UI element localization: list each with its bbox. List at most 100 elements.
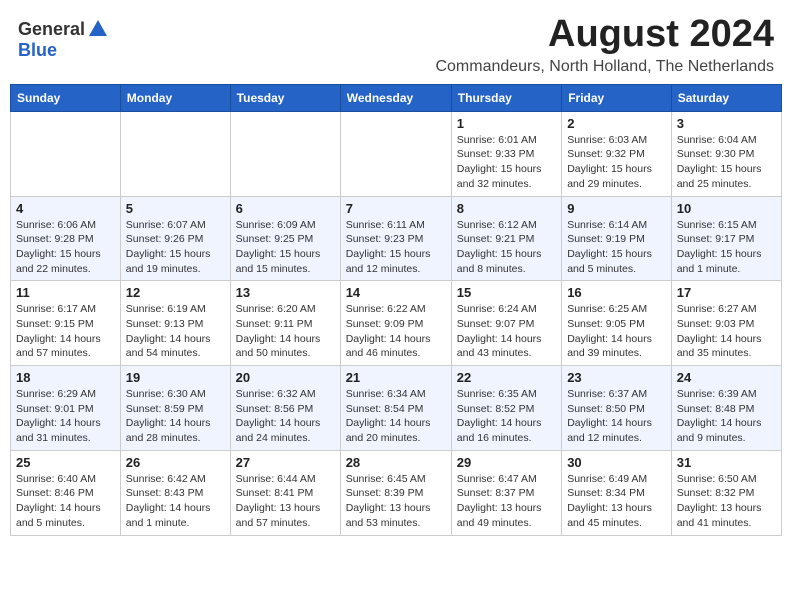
table-row: 16Sunrise: 6:25 AMSunset: 9:05 PMDayligh…: [562, 281, 672, 366]
header-thursday: Thursday: [451, 84, 561, 111]
cell-info: Sunrise: 6:17 AMSunset: 9:15 PMDaylight:…: [16, 302, 115, 361]
cell-day-number: 5: [126, 201, 225, 216]
table-row: 10 Sunrise: 6:15 AMSunset: 9:17 PMDayligh…: [671, 196, 781, 281]
cell-info: Sunrise: 6:42 AMSunset: 8:43 PMDaylight:…: [126, 472, 225, 531]
calendar-week-row: 1 Sunrise: 6:01 AMSunset: 9:33 PMDaylight…: [11, 111, 782, 196]
table-row: 17 Sunrise: 6:27 AMSunset: 9:03 PMDayligh…: [671, 281, 781, 366]
header-friday: Friday: [562, 84, 672, 111]
cell-info: Sunrise: 6:01 AMSunset: 9:33 PMDaylight:…: [457, 133, 556, 192]
cell-day-number: 6: [236, 201, 335, 216]
cell-day-number: 12: [126, 285, 225, 300]
cell-day-number: 17: [677, 285, 776, 300]
cell-day-number: 20: [236, 370, 335, 385]
header-saturday: Saturday: [671, 84, 781, 111]
cell-info: Sunrise: 6:04 AMSunset: 9:30 PMDaylight:…: [677, 133, 776, 192]
cell-info: Sunrise: 6:15 AMSunset: 9:17 PMDaylight:…: [677, 218, 776, 277]
cell-day-number: 18: [16, 370, 115, 385]
title-block: August 2024 Commandeurs, North Holland, …: [435, 14, 774, 76]
table-row: 28 Sunrise: 6:45 AMSunset: 8:39 PMDayligh…: [340, 450, 451, 535]
cell-day-number: 29: [457, 455, 556, 470]
cell-info: Sunrise: 6:45 AMSunset: 8:39 PMDaylight:…: [346, 472, 446, 531]
table-row: 14Sunrise: 6:22 AMSunset: 9:09 PMDayligh…: [340, 281, 451, 366]
cell-day-number: 10: [677, 201, 776, 216]
cell-info: Sunrise: 6:09 AMSunset: 9:25 PMDaylight:…: [236, 218, 335, 277]
header-sunday: Sunday: [11, 84, 121, 111]
logo-blue-text: Blue: [18, 40, 57, 61]
cell-day-number: 28: [346, 455, 446, 470]
cell-day-number: 26: [126, 455, 225, 470]
table-row: 2 Sunrise: 6:03 AMSunset: 9:32 PMDaylight…: [562, 111, 672, 196]
table-row: 12 Sunrise: 6:19 AMSunset: 9:13 PMDayligh…: [120, 281, 230, 366]
cell-day-number: 27: [236, 455, 335, 470]
cell-info: Sunrise: 6:22 AMSunset: 9:09 PMDaylight:…: [346, 302, 446, 361]
table-row: 8Sunrise: 6:12 AMSunset: 9:21 PMDaylight…: [451, 196, 561, 281]
cell-info: Sunrise: 6:40 AMSunset: 8:46 PMDaylight:…: [16, 472, 115, 531]
cell-day-number: 1: [457, 116, 556, 131]
table-row: 13Sunrise: 6:20 AMSunset: 9:11 PMDayligh…: [230, 281, 340, 366]
cell-info: Sunrise: 6:44 AMSunset: 8:41 PMDaylight:…: [236, 472, 335, 531]
cell-info: Sunrise: 6:35 AMSunset: 8:52 PMDaylight:…: [457, 387, 556, 446]
cell-day-number: 22: [457, 370, 556, 385]
cell-info: Sunrise: 6:37 AMSunset: 8:50 PMDaylight:…: [567, 387, 666, 446]
table-row: 3 Sunrise: 6:04 AMSunset: 9:30 PMDaylight…: [671, 111, 781, 196]
cell-info: Sunrise: 6:47 AMSunset: 8:37 PMDaylight:…: [457, 472, 556, 531]
table-row: 18 Sunrise: 6:29 AMSunset: 9:01 PMDayligh…: [11, 366, 121, 451]
cell-day-number: 2: [567, 116, 666, 131]
header-wednesday: Wednesday: [340, 84, 451, 111]
table-row: 1 Sunrise: 6:01 AMSunset: 9:33 PMDaylight…: [451, 111, 561, 196]
cell-info: Sunrise: 6:39 AMSunset: 8:48 PMDaylight:…: [677, 387, 776, 446]
cell-info: Sunrise: 6:27 AMSunset: 9:03 PMDaylight:…: [677, 302, 776, 361]
cell-info: Sunrise: 6:32 AMSunset: 8:56 PMDaylight:…: [236, 387, 335, 446]
table-row: 22 Sunrise: 6:35 AMSunset: 8:52 PMDayligh…: [451, 366, 561, 451]
cell-info: Sunrise: 6:25 AMSunset: 9:05 PMDaylight:…: [567, 302, 666, 361]
cell-day-number: 25: [16, 455, 115, 470]
table-row: 29 Sunrise: 6:47 AMSunset: 8:37 PMDayligh…: [451, 450, 561, 535]
table-row: 19Sunrise: 6:30 AMSunset: 8:59 PMDayligh…: [120, 366, 230, 451]
table-row: 31 Sunrise: 6:50 AMSunset: 8:32 PMDayligh…: [671, 450, 781, 535]
location-title: Commandeurs, North Holland, The Netherla…: [435, 58, 774, 76]
cell-day-number: 31: [677, 455, 776, 470]
cell-day-number: 21: [346, 370, 446, 385]
cell-info: Sunrise: 6:11 AMSunset: 9:23 PMDaylight:…: [346, 218, 446, 277]
calendar-header-row: Sunday Monday Tuesday Wednesday Thursday…: [11, 84, 782, 111]
table-row: 25 Sunrise: 6:40 AMSunset: 8:46 PMDayligh…: [11, 450, 121, 535]
cell-info: Sunrise: 6:14 AMSunset: 9:19 PMDaylight:…: [567, 218, 666, 277]
calendar-week-row: 18 Sunrise: 6:29 AMSunset: 9:01 PMDayligh…: [11, 366, 782, 451]
logo: General Blue: [18, 18, 109, 61]
page-header: General Blue August 2024 Commandeurs, No…: [10, 10, 782, 80]
cell-info: Sunrise: 6:19 AMSunset: 9:13 PMDaylight:…: [126, 302, 225, 361]
cell-info: Sunrise: 6:07 AMSunset: 9:26 PMDaylight:…: [126, 218, 225, 277]
table-row: 7 Sunrise: 6:11 AMSunset: 9:23 PMDaylight…: [340, 196, 451, 281]
table-row: 24Sunrise: 6:39 AMSunset: 8:48 PMDayligh…: [671, 366, 781, 451]
cell-info: Sunrise: 6:49 AMSunset: 8:34 PMDaylight:…: [567, 472, 666, 531]
cell-day-number: 9: [567, 201, 666, 216]
cell-info: Sunrise: 6:29 AMSunset: 9:01 PMDaylight:…: [16, 387, 115, 446]
table-row: 21 Sunrise: 6:34 AMSunset: 8:54 PMDayligh…: [340, 366, 451, 451]
table-row: [340, 111, 451, 196]
table-row: [120, 111, 230, 196]
table-row: [230, 111, 340, 196]
cell-day-number: 4: [16, 201, 115, 216]
cell-day-number: 23: [567, 370, 666, 385]
calendar-week-row: 25 Sunrise: 6:40 AMSunset: 8:46 PMDayligh…: [11, 450, 782, 535]
cell-day-number: 7: [346, 201, 446, 216]
cell-info: Sunrise: 6:12 AMSunset: 9:21 PMDaylight:…: [457, 218, 556, 277]
table-row: 11 Sunrise: 6:17 AMSunset: 9:15 PMDayligh…: [11, 281, 121, 366]
table-row: 4Sunrise: 6:06 AMSunset: 9:28 PMDaylight…: [11, 196, 121, 281]
table-row: 27 Sunrise: 6:44 AMSunset: 8:41 PMDayligh…: [230, 450, 340, 535]
cell-info: Sunrise: 6:20 AMSunset: 9:11 PMDaylight:…: [236, 302, 335, 361]
calendar-table: Sunday Monday Tuesday Wednesday Thursday…: [10, 84, 782, 536]
cell-day-number: 30: [567, 455, 666, 470]
cell-info: Sunrise: 6:03 AMSunset: 9:32 PMDaylight:…: [567, 133, 666, 192]
cell-info: Sunrise: 6:50 AMSunset: 8:32 PMDaylight:…: [677, 472, 776, 531]
cell-info: Sunrise: 6:24 AMSunset: 9:07 PMDaylight:…: [457, 302, 556, 361]
header-tuesday: Tuesday: [230, 84, 340, 111]
cell-day-number: 11: [16, 285, 115, 300]
cell-day-number: 3: [677, 116, 776, 131]
table-row: 30 Sunrise: 6:49 AMSunset: 8:34 PMDayligh…: [562, 450, 672, 535]
cell-day-number: 19: [126, 370, 225, 385]
logo-icon: [87, 18, 109, 40]
cell-info: Sunrise: 6:34 AMSunset: 8:54 PMDaylight:…: [346, 387, 446, 446]
table-row: 6 Sunrise: 6:09 AMSunset: 9:25 PMDaylight…: [230, 196, 340, 281]
table-row: 23 Sunrise: 6:37 AMSunset: 8:50 PMDayligh…: [562, 366, 672, 451]
